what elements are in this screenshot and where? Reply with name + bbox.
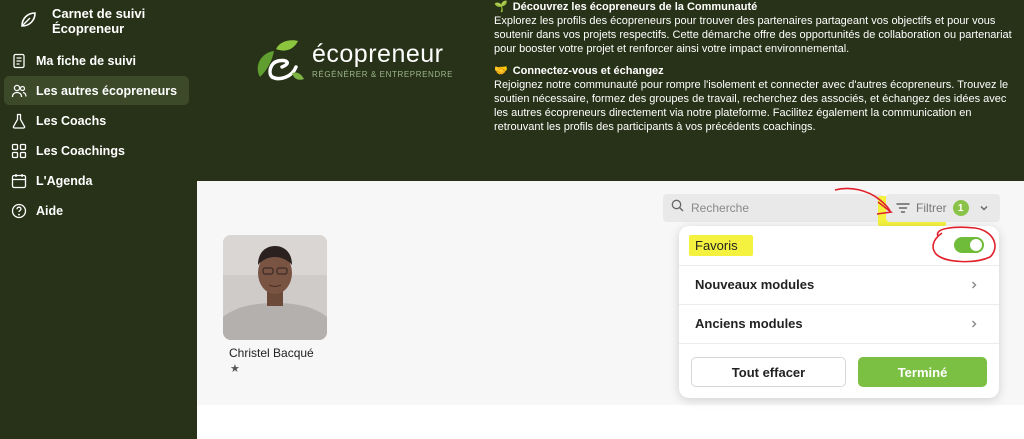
filter-option-favoris[interactable]: Favoris — [679, 226, 999, 266]
flask-icon — [11, 113, 27, 129]
sidebar-nav: Ma fiche de suivi Les autres écopreneurs… — [4, 46, 189, 226]
sidebar-item-ecopreneurs[interactable]: Les autres écopreneurs — [4, 76, 189, 105]
filter-button[interactable]: Filtrer 1 — [886, 194, 1000, 222]
sidebar-item-label: Ma fiche de suivi — [36, 53, 137, 68]
users-icon — [11, 83, 27, 99]
chevron-right-icon — [969, 319, 979, 329]
chevron-right-icon — [969, 280, 979, 290]
person-name[interactable]: Christel Bacqué — [229, 346, 314, 360]
sidebar-item-aide[interactable]: Aide — [4, 196, 189, 225]
filter-count-badge: 1 — [952, 200, 969, 216]
intro-text: 🌱 Découvrez les écopreneurs de la Commun… — [494, 0, 1014, 142]
search-input[interactable] — [691, 201, 871, 215]
filter-icon — [896, 202, 910, 214]
done-button[interactable]: Terminé — [858, 357, 987, 387]
favoris-toggle[interactable] — [954, 237, 984, 253]
star-icon[interactable]: ★ — [230, 362, 240, 375]
favoris-label: Favoris — [695, 238, 738, 253]
sidebar-item-label: Les Coachings — [36, 143, 125, 158]
section-heading: Découvrez les écopreneurs de la Communau… — [512, 1, 758, 13]
leaf-logo-icon — [18, 10, 38, 30]
document-icon — [11, 53, 27, 69]
option-label: Anciens modules — [695, 316, 803, 331]
sidebar-item-coachs[interactable]: Les Coachs — [4, 106, 189, 135]
filter-option-anciens-modules[interactable]: Anciens modules — [679, 304, 999, 344]
option-label: Nouveaux modules — [695, 277, 815, 292]
toggle-knob — [970, 239, 982, 251]
leaf-e-logo-icon — [252, 37, 308, 83]
brand: Carnet de suivi Écopreneur — [18, 6, 172, 36]
sidebar-item-coachings[interactable]: Les Coachings — [4, 136, 189, 165]
banner: écopreneur RÉGÉNÉRER & ENTREPRENDRE 🌱 Dé… — [197, 0, 1024, 181]
profile-photo[interactable] — [223, 235, 327, 340]
app-title: Carnet de suivi Écopreneur — [52, 6, 146, 36]
filter-option-nouveaux-modules[interactable]: Nouveaux modules — [679, 265, 999, 305]
logo-tagline: RÉGÉNÉRER & ENTREPRENDRE — [312, 70, 454, 79]
section-heading: Connectez-vous et échangez — [512, 65, 664, 77]
logo-wordmark: écopreneur — [312, 40, 444, 68]
page-background — [197, 405, 1024, 439]
sidebar-item-fiche[interactable]: Ma fiche de suivi — [4, 46, 189, 75]
sidebar-item-agenda[interactable]: L'Agenda — [4, 166, 189, 195]
sidebar-item-label: Les Coachs — [36, 113, 107, 128]
help-icon — [11, 203, 27, 219]
search-box[interactable] — [663, 194, 883, 222]
section-paragraph: Rejoignez notre communauté pour rompre l… — [494, 79, 1009, 133]
clear-all-button[interactable]: Tout effacer — [691, 357, 846, 387]
ecopreneur-logo: écopreneur RÉGÉNÉRER & ENTREPRENDRE — [252, 37, 453, 83]
grid-icon — [11, 143, 27, 159]
sprout-icon: 🌱 — [494, 1, 508, 13]
filter-label: Filtrer — [916, 201, 947, 215]
search-icon — [671, 199, 684, 217]
filter-dropdown: Favoris Nouveaux modules Anciens modules… — [679, 226, 999, 398]
sidebar-item-label: Aide — [36, 203, 64, 218]
chevron-down-icon — [979, 203, 989, 213]
sidebar: Carnet de suivi Écopreneur Ma fiche de s… — [0, 0, 197, 439]
sidebar-item-label: L'Agenda — [36, 173, 93, 188]
calendar-icon — [11, 173, 27, 189]
section-paragraph: Explorez les profils des écopreneurs pou… — [494, 15, 1012, 55]
sidebar-item-label: Les autres écopreneurs — [36, 83, 178, 98]
handshake-icon: 🤝 — [494, 65, 508, 77]
